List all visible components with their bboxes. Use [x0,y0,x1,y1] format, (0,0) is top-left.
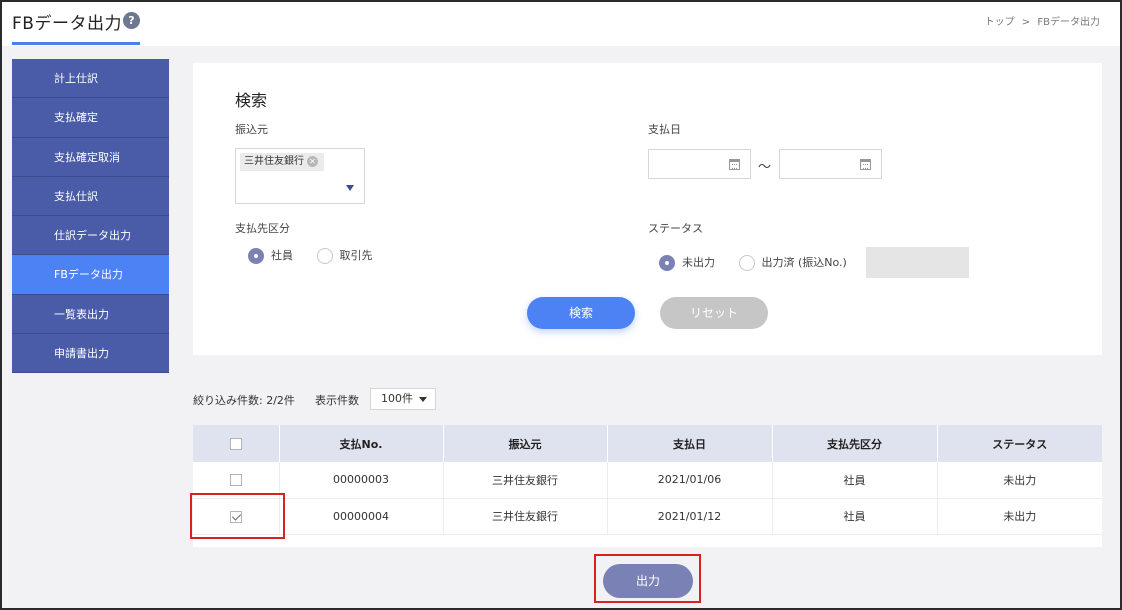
table-row[interactable]: 00000004 三井住友銀行 2021/01/12 社員 未出力 [193,498,1102,535]
reset-button[interactable]: リセット [660,297,768,329]
page-size-label: 表示件数 [315,394,359,407]
radio-option-vendor[interactable]: 取引先 [316,247,373,264]
payee-type-label: 支払先区分 [235,222,290,235]
radio-label: 社員 [271,249,293,262]
date-to-input[interactable] [779,149,882,179]
calendar-icon[interactable] [729,159,740,170]
breadcrumb-home[interactable]: トップ [985,17,1015,28]
sidebar-item-payment-confirm[interactable]: 支払確定 [12,98,169,138]
search-panel: 検索 振込元 三井住友銀行 ✕ 支払日 ～ 支払先区分 社員 取引先 ステータス … [193,63,1102,355]
payee-type-radio-group: 社員 取引先 [248,247,393,264]
radio-label: 出力済 (振込No.) [761,256,847,269]
radio-button[interactable] [659,255,675,271]
cell-status: 未出力 [937,498,1102,535]
radio-button[interactable] [316,248,333,264]
sidebar-item-fb-export[interactable]: FBデータ出力 [12,255,169,295]
chip-remove-icon[interactable]: ✕ [307,156,318,167]
transfer-no-input [866,247,969,278]
row-select-cell [193,498,280,535]
column-header-payment-date[interactable]: 支払日 [607,425,773,462]
payment-table: 支払No. 振込元 支払日 支払先区分 ステータス 00000003 三井住友銀… [193,425,1102,535]
breadcrumb: トップ > FBデータ出力 [983,13,1102,28]
chevron-down-icon[interactable] [346,185,354,191]
row-select-cell [193,462,280,499]
sidebar: 計上仕訳 支払確定 支払確定取消 支払仕訳 仕訳データ出力 FBデータ出力 一覧… [12,59,169,374]
source-chip-label: 三井住友銀行 [244,156,304,167]
calendar-icon[interactable] [860,159,871,170]
radio-label: 未出力 [682,256,715,269]
result-count: 絞り込み件数: 2/2件 [193,394,295,407]
sidebar-item-application-export[interactable]: 申請書出力 [12,334,169,374]
radio-option-output-done[interactable]: 出力済 (振込No.) [738,254,847,271]
sidebar-item-payment-journal[interactable]: 支払仕訳 [12,176,169,217]
title-underline [12,42,140,45]
page-title: FBデータ出力 [12,14,122,34]
question-circle-icon[interactable]: ? [123,12,140,29]
cell-source: 三井住友銀行 [443,462,608,499]
column-header-status[interactable]: ステータス [937,425,1102,462]
cell-payment-date: 2021/01/12 [607,498,773,535]
column-header-source[interactable]: 振込元 [443,425,608,462]
cell-source: 三井住友銀行 [443,498,608,535]
radio-button[interactable] [248,248,264,264]
status-label: ステータス [648,222,703,235]
date-range-separator: ～ [758,160,772,175]
page-size-select[interactable]: 100件 [370,388,436,410]
row-checkbox[interactable] [229,510,242,523]
table-row[interactable]: 00000003 三井住友銀行 2021/01/06 社員 未出力 [193,462,1102,499]
column-header-payee-type[interactable]: 支払先区分 [772,425,938,462]
cell-payee-type: 社員 [772,498,938,535]
cell-payment-no: 00000003 [279,462,444,499]
source-multiselect[interactable]: 三井住友銀行 ✕ [235,148,365,204]
search-button[interactable]: 検索 [527,297,635,329]
chevron-down-icon [419,397,427,402]
radio-option-not-output[interactable]: 未出力 [659,254,715,271]
source-chip: 三井住友銀行 ✕ [240,153,324,171]
status-radio-group: 未出力 出力済 (振込No.) [659,254,847,271]
date-from-input[interactable] [648,149,751,179]
row-checkbox[interactable] [229,474,242,487]
page-size-value: 100件 [381,392,413,405]
radio-label: 取引先 [339,249,373,262]
source-label: 振込元 [235,123,268,136]
payment-date-label: 支払日 [648,123,681,136]
table-scroll-area [193,535,1102,547]
cell-payment-date: 2021/01/06 [607,462,773,499]
sidebar-item-journal-entry[interactable]: 計上仕訳 [12,59,169,99]
select-all-cell [193,425,280,462]
table-header-row: 支払No. 振込元 支払日 支払先区分 ステータス [193,425,1102,462]
output-button[interactable]: 出力 [603,564,693,598]
cell-status: 未出力 [937,462,1102,499]
sidebar-item-journal-export[interactable]: 仕訳データ出力 [12,216,169,256]
cell-payment-no: 00000004 [279,498,444,535]
select-all-checkbox[interactable] [229,438,242,450]
radio-option-employee[interactable]: 社員 [248,247,293,264]
radio-button[interactable] [738,255,755,271]
breadcrumb-current: FBデータ出力 [1037,17,1100,28]
search-title: 検索 [235,91,268,110]
breadcrumb-separator: > [1021,17,1031,28]
column-header-payment-no[interactable]: 支払No. [279,425,444,462]
cell-payee-type: 社員 [772,462,938,499]
sidebar-item-list-export[interactable]: 一覧表出力 [12,294,169,335]
sidebar-item-payment-cancel[interactable]: 支払確定取消 [12,137,169,177]
